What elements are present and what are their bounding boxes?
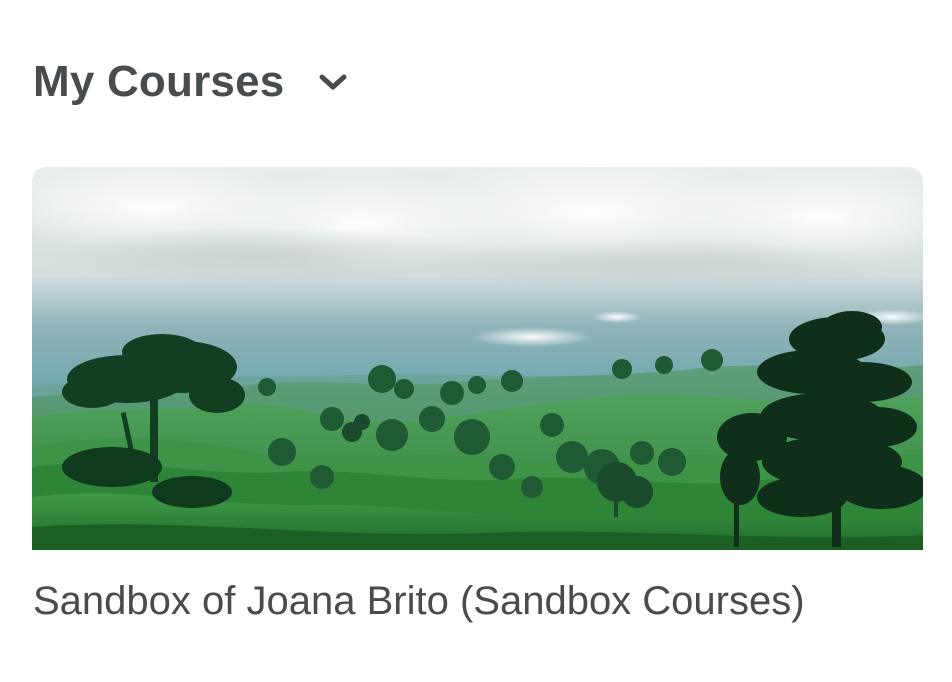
course-name[interactable]: Sandbox of Joana Brito (Sandbox Courses) xyxy=(33,579,805,624)
my-courses-widget: My Courses Sandbox of Joana Brito (Sandb… xyxy=(0,0,952,682)
widget-title: My Courses xyxy=(33,57,285,106)
my-courses-header[interactable]: My Courses xyxy=(33,52,348,112)
chevron-down-icon[interactable] xyxy=(318,67,348,97)
course-image[interactable] xyxy=(32,167,923,550)
course-card[interactable]: Sandbox of Joana Brito (Sandbox Courses) xyxy=(32,167,923,637)
